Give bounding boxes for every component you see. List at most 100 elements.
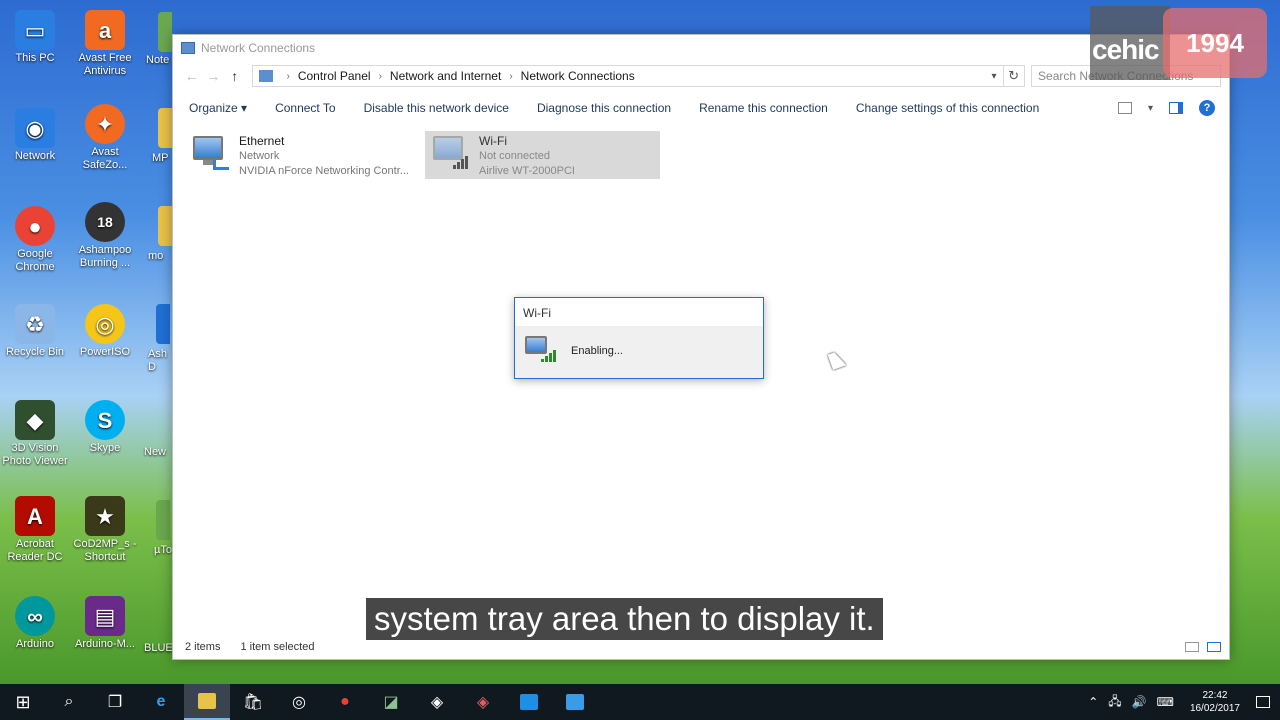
ethernet-adapter-icon	[191, 134, 231, 174]
desktop-icon-label: Arduino-M...	[75, 638, 135, 650]
breadcrumb-control-panel[interactable]: Control Panel	[298, 69, 371, 83]
desktop-icon-3d-vision[interactable]: ◆ 3D Vision Photo Viewer	[0, 400, 70, 468]
taskbar-app-2[interactable]: ◈	[414, 684, 460, 720]
help-icon[interactable]: ?	[1199, 100, 1215, 116]
task-view-button[interactable]: ❐	[92, 684, 138, 720]
desktop-icon-avast[interactable]: a Avast Free Antivirus	[70, 10, 140, 78]
network-connections-icon	[566, 694, 584, 710]
desktop-icon-skype[interactable]: S Skype	[70, 400, 140, 455]
desktop-icon-label: Ashampoo Burning ...	[78, 244, 132, 269]
details-view-icon[interactable]	[1185, 642, 1199, 652]
taskbar-settings[interactable]	[506, 684, 552, 720]
desktop-icon-recycle-bin[interactable]: ♻ Recycle Bin	[0, 304, 70, 359]
disable-device-button[interactable]: Disable this network device	[364, 101, 509, 115]
desktop-icon-label: BLUE	[144, 642, 173, 654]
change-settings-button[interactable]: Change settings of this connection	[856, 101, 1039, 115]
desktop-icon-ashampoo[interactable]: 18 Ashampoo Burning ...	[70, 202, 140, 270]
folder-icon	[198, 693, 216, 709]
windows-logo-icon: ⊞	[15, 691, 31, 712]
desktop-icon-network[interactable]: ◉ Network	[0, 108, 70, 163]
folder-icon[interactable]	[158, 206, 172, 246]
search-button[interactable]: ⌕	[46, 684, 92, 720]
taskbar-app-1[interactable]: ◪	[368, 684, 414, 720]
taskbar-file-explorer[interactable]	[184, 684, 230, 720]
desktop-icon-arduino[interactable]: ∞ Arduino	[0, 596, 70, 651]
desktop-icon-cod2mp[interactable]: ★ CoD2MP_s - Shortcut	[70, 496, 140, 564]
clock[interactable]: 22:42 16/02/2017	[1184, 689, 1246, 715]
chevron-down-icon[interactable]: ▾	[991, 71, 996, 82]
connection-wifi[interactable]: Wi-Fi Not connected Airlive WT-2000PCI	[425, 131, 660, 179]
edge-icon: e	[156, 693, 166, 710]
item-count: 2 items	[185, 641, 221, 653]
desktop-icon-label: Note	[146, 54, 170, 66]
network-tray-icon[interactable]: 🖧	[1108, 692, 1121, 713]
connection-status: Not connected	[479, 150, 550, 162]
taskbar-media[interactable]: ◎	[276, 684, 322, 720]
large-icons-view-icon[interactable]	[1207, 642, 1221, 652]
network-connections-icon	[181, 42, 195, 54]
utorrent-icon[interactable]	[156, 500, 170, 540]
preview-pane-icon[interactable]	[1169, 102, 1183, 114]
breadcrumb-network-and-internet[interactable]: Network and Internet	[390, 69, 501, 83]
forward-arrow-icon[interactable]: →	[203, 68, 225, 84]
breadcrumb-network-connections[interactable]: Network Connections	[521, 69, 635, 83]
connection-ethernet[interactable]: Ethernet Network NVIDIA nForce Networkin…	[185, 131, 421, 179]
desktop-icon-label: Avast Free Antivirus	[78, 52, 132, 77]
safezone-icon: ✦	[85, 104, 125, 144]
refresh-icon[interactable]: ↻	[1003, 65, 1026, 87]
back-arrow-icon[interactable]: ←	[181, 68, 203, 84]
desktop-icon-this-pc[interactable]: ▭ This PC	[0, 10, 70, 65]
taskbar-store[interactable]: 🛍	[230, 684, 276, 720]
desktop-icon-label: New	[144, 446, 167, 458]
diagnose-button[interactable]: Diagnose this connection	[537, 101, 671, 115]
taskbar: ⊞ ⌕ ❐ e 🛍 ◎ ● ◪ ◈ ◈ ⌃ 🖧 🔊 ⌨ 22:42 16/02/…	[0, 684, 1280, 720]
acrobat-icon: A	[15, 496, 55, 536]
address-row: ← → ↑ › Control Panel › Network and Inte…	[173, 61, 1229, 91]
chrome-icon: ●	[340, 693, 350, 710]
up-arrow-icon[interactable]: ↑	[224, 68, 246, 84]
taskbar-edge[interactable]: e	[138, 684, 184, 720]
change-view-icon[interactable]	[1117, 102, 1132, 114]
connect-to-button[interactable]: Connect To	[275, 101, 336, 115]
chevron-right-icon[interactable]: ›	[287, 71, 290, 82]
desktop-icon-label: CoD2MP_s - Shortcut	[73, 538, 137, 563]
desktop-icon-label: µTo	[154, 544, 172, 556]
keyboard-icon[interactable]: ⌨	[1157, 695, 1174, 709]
desktop-icon-label: Avast SafeZo...	[82, 146, 128, 171]
organize-button[interactable]: Organize ▾	[189, 101, 247, 115]
dialog-title: Wi-Fi	[515, 298, 763, 326]
desktop-icon-label: This PC	[15, 52, 55, 64]
chevron-down-icon[interactable]: ▾	[1148, 103, 1153, 114]
connection-name: Wi-Fi	[479, 134, 507, 148]
task-view-icon: ❐	[107, 694, 123, 711]
clock-date: 16/02/2017	[1189, 703, 1240, 714]
notification-icon[interactable]	[1256, 696, 1270, 708]
desktop-icon-acrobat[interactable]: A Acrobat Reader DC	[0, 496, 70, 564]
taskbar-network-connections[interactable]	[552, 684, 598, 720]
archive-icon: ▤	[85, 596, 125, 636]
connection-device: NVIDIA nForce Networking Contr...	[239, 165, 409, 177]
desktop-icon-poweriso[interactable]: ◎ PowerISO	[70, 304, 140, 359]
title-bar[interactable]: Network Connections	[173, 35, 1229, 61]
taskbar-chrome[interactable]: ●	[322, 684, 368, 720]
rename-button[interactable]: Rename this connection	[699, 101, 828, 115]
enabling-dialog: Wi-Fi Enabling...	[514, 297, 764, 379]
address-bar[interactable]: › Control Panel › Network and Internet ›…	[251, 65, 1004, 87]
document-icon[interactable]	[156, 304, 170, 344]
folder-icon[interactable]	[158, 108, 172, 148]
control-panel-icon	[258, 70, 273, 82]
desktop-icon-arduino-m[interactable]: ▤ Arduino-M...	[70, 596, 140, 651]
chevron-right-icon[interactable]: ›	[509, 71, 512, 82]
volume-icon[interactable]: 🔊	[1132, 695, 1147, 709]
notepad-icon[interactable]	[158, 12, 172, 52]
desktop-icon-chrome[interactable]: ● Google Chrome	[0, 206, 70, 274]
taskbar-app-3[interactable]: ◈	[460, 684, 506, 720]
media-player-icon: ◎	[292, 694, 306, 711]
recycle-bin-icon: ♻	[15, 304, 55, 344]
desktop-icon-label: Ash D	[148, 348, 167, 373]
start-button[interactable]: ⊞	[0, 684, 46, 720]
chevron-right-icon[interactable]: ›	[379, 71, 382, 82]
desktop-icon-avast-safezone[interactable]: ✦ Avast SafeZo...	[70, 104, 140, 172]
connection-status: Network	[239, 150, 280, 162]
chevron-up-icon[interactable]: ⌃	[1088, 695, 1098, 709]
